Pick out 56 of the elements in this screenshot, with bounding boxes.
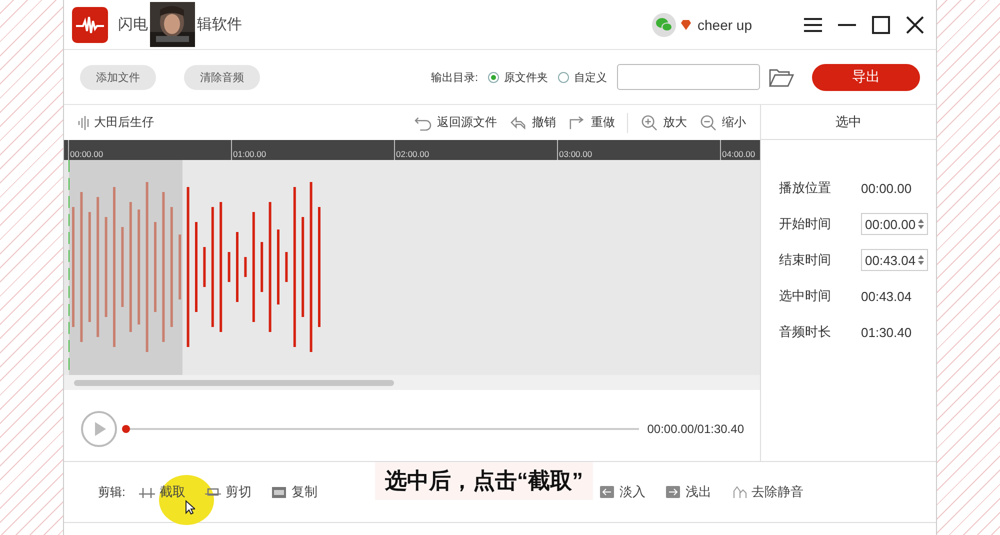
field-value: 00:00.00 [861,180,912,196]
waveform-icon [78,116,90,130]
window-title: 辑软件 [197,15,242,34]
spinner-arrows-icon[interactable] [916,253,925,267]
click-highlight [159,475,214,525]
time-spinner[interactable]: 00:00.00 [861,213,928,235]
field-value: 00:43.04 [861,288,912,304]
edit-action-button[interactable]: 撤销 [509,114,556,131]
edit-tool-button[interactable]: 淡入 [599,483,646,501]
copy-icon [271,485,288,499]
output-label: 输出目录: [430,70,478,84]
toolbar-button[interactable]: 添加文件 [80,64,156,90]
field-label: 开始时间 [779,215,832,233]
field-value: 01:30.40 [861,324,912,340]
radio-icon[interactable] [558,72,569,82]
scrollbar[interactable] [64,375,760,390]
silence-icon [731,485,748,499]
zoom-in-icon [640,114,658,130]
subtitle-caption: 选中后，点击“截取” [375,462,593,500]
return-arrow-icon [414,114,432,130]
field-label: 结束时间 [779,251,832,269]
export-button[interactable]: 导出 [812,64,920,90]
edit-tool-button[interactable]: 浅出 [665,483,712,501]
edit-tool-button[interactable]: 截取 [139,483,186,501]
radio-icon[interactable] [488,72,499,82]
zoom-out-icon [699,114,717,130]
trim-icon [139,485,156,499]
edit-tool-button[interactable]: 剪切 [205,483,252,501]
zoom-button[interactable]: 放大 [640,114,687,131]
panel-title: 选中 [761,105,936,140]
field-label: 音频时长 [779,323,832,341]
window-title: 闪电 [118,15,148,34]
user-name[interactable]: cheer up [698,16,752,32]
spinner-arrows-icon[interactable] [916,217,925,231]
path-field[interactable] [617,64,760,90]
file-name: 大田后生仔 [94,114,154,131]
progress-handle[interactable] [122,425,130,433]
edit-action-button[interactable]: 重做 [568,114,615,131]
playback-time: 00:00.00/01:30.40 [647,422,744,436]
edit-tool-button[interactable]: 去除静音 [731,483,804,501]
toolbar-button[interactable]: 清除音频 [184,64,260,90]
edit-action-button[interactable]: 返回源文件 [414,114,497,131]
field-label: 选中时间 [779,287,832,305]
redo-arrow-icon [568,114,586,130]
radio-option[interactable]: 原文件夹 [488,70,548,84]
edit-tool-button[interactable]: 复制 [271,483,318,501]
time-spinner[interactable]: 00:43.04 [861,249,928,271]
app-logo-icon [72,6,108,42]
mouse-pointer-icon [185,500,195,515]
field-label: 播放位置 [779,179,832,197]
undo-arrow-icon [509,114,527,130]
zoom-button[interactable]: 缩小 [699,114,746,131]
radio-option[interactable]: 自定义 [558,70,607,84]
diamond-icon [680,18,692,30]
chat-bubbles-icon[interactable] [652,12,676,36]
edit-label: 剪辑: [98,484,126,500]
